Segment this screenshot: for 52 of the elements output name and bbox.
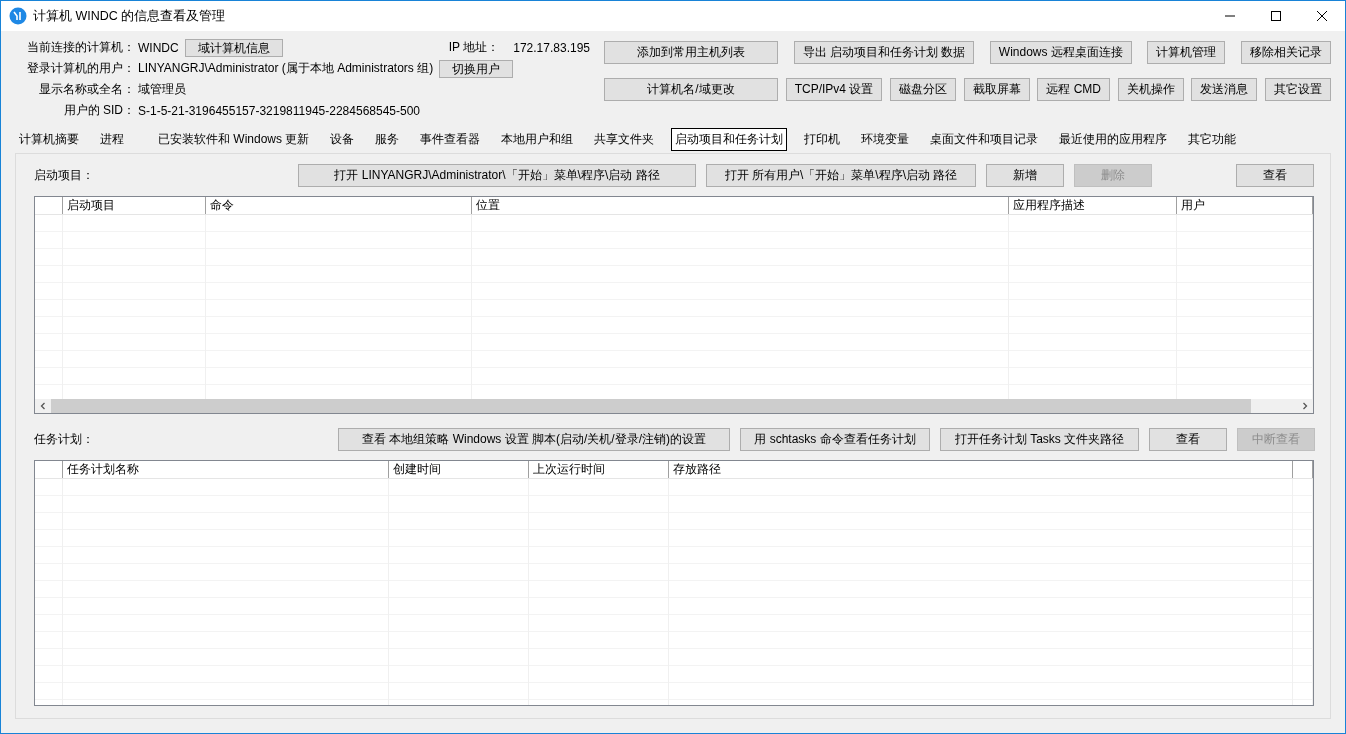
tab[interactable]: 共享文件夹 — [590, 127, 659, 151]
toolbar-button[interactable]: 移除相关记录 — [1241, 41, 1331, 64]
tab[interactable]: 服务 — [371, 127, 404, 151]
app-logo-icon — [9, 7, 27, 25]
info-button[interactable]: 切换用户 — [439, 59, 514, 78]
action-button[interactable]: 打开任务计划 Tasks 文件夹路径 — [940, 427, 1139, 451]
tab[interactable]: 启动项目和任务计划 — [671, 127, 788, 151]
action-button[interactable]: 打开 LINYANGRJ\Administrator\「开始」菜单\程序\启动 路径 — [298, 163, 696, 187]
tab[interactable]: 其它功能 — [1184, 127, 1241, 151]
toolbar-button[interactable]: 截取屏幕 — [963, 78, 1030, 101]
toolbar-button[interactable]: 关机操作 — [1117, 78, 1184, 101]
ip-label: IP 地址： — [448, 39, 500, 56]
tab[interactable]: 桌面文件和项目记录 — [926, 127, 1043, 151]
toolbar-button[interactable]: 磁盘分区 — [890, 78, 956, 101]
tab[interactable]: 已安装软件和 Windows 更新 — [154, 127, 314, 151]
toolbar-button[interactable]: 远程 CMD — [1037, 78, 1110, 101]
action-button[interactable]: 查看 — [1149, 427, 1227, 451]
window-title: 计算机 WINDC 的信息查看及管理 — [33, 7, 227, 25]
info-value: LINYANGRJ\Administrator (属于本地 Administrators 组) — [138, 60, 434, 77]
toolbar-button[interactable]: Windows 远程桌面连接 — [989, 41, 1132, 64]
info-label: 显示名称或全名： — [38, 81, 135, 98]
info-value: 域管理员 — [138, 81, 186, 98]
tab[interactable]: 事件查看器 — [416, 127, 485, 151]
tab[interactable]: 环境变量 — [857, 127, 914, 151]
toolbar-button[interactable]: TCP/IPv4 设置 — [785, 78, 883, 101]
action-button[interactable]: 查看 本地组策略 Windows 设置 脚本(启动/关机/登录/注销)的设置 — [338, 427, 730, 451]
toolbar-button[interactable]: 添加到常用主机列表 — [604, 41, 778, 64]
tab[interactable]: 计算机摘要 — [15, 127, 83, 151]
tab[interactable]: 本地用户和组 — [497, 127, 578, 151]
info-value: WINDC — [138, 40, 179, 55]
info-label: 当前连接的计算机： — [26, 39, 135, 56]
info-label: 登录计算机的用户： — [26, 60, 135, 77]
action-button[interactable]: 新增 — [986, 163, 1064, 187]
info-label: 用户的 SID： — [62, 102, 135, 119]
toolbar-button[interactable]: 发送消息 — [1191, 78, 1258, 101]
toolbar-button[interactable]: 其它设置 — [1264, 78, 1331, 101]
section-label: 启动项目： — [34, 166, 95, 184]
toolbar-button[interactable]: 计算机管理 — [1147, 41, 1226, 64]
toolbar-button[interactable]: 导出 启动项目和任务计划 数据 — [793, 41, 975, 64]
action-button[interactable]: 打开 所有用户\「开始」菜单\程序\启动 路径 — [706, 163, 976, 187]
ip-value: 172.17.83.195 — [513, 40, 590, 55]
action-button[interactable]: 用 schtasks 命令查看任务计划 — [740, 427, 930, 451]
section-label: 任务计划： — [34, 430, 95, 448]
tab[interactable]: 打印机 — [800, 127, 845, 151]
horizontal-scrollbar[interactable] — [35, 399, 1313, 413]
info-value: S-1-5-21-3196455157-3219811945-2284568545-500 — [138, 103, 421, 118]
tab[interactable]: 最近使用的应用程序 — [1055, 127, 1172, 151]
info-button[interactable]: 域计算机信息 — [184, 38, 283, 57]
toolbar-button[interactable]: 计算机名/域更改 — [604, 78, 778, 101]
action-button[interactable]: 查看 — [1236, 163, 1314, 187]
tab[interactable]: 设备 — [326, 127, 359, 151]
tab[interactable]: 进程 — [96, 127, 128, 151]
